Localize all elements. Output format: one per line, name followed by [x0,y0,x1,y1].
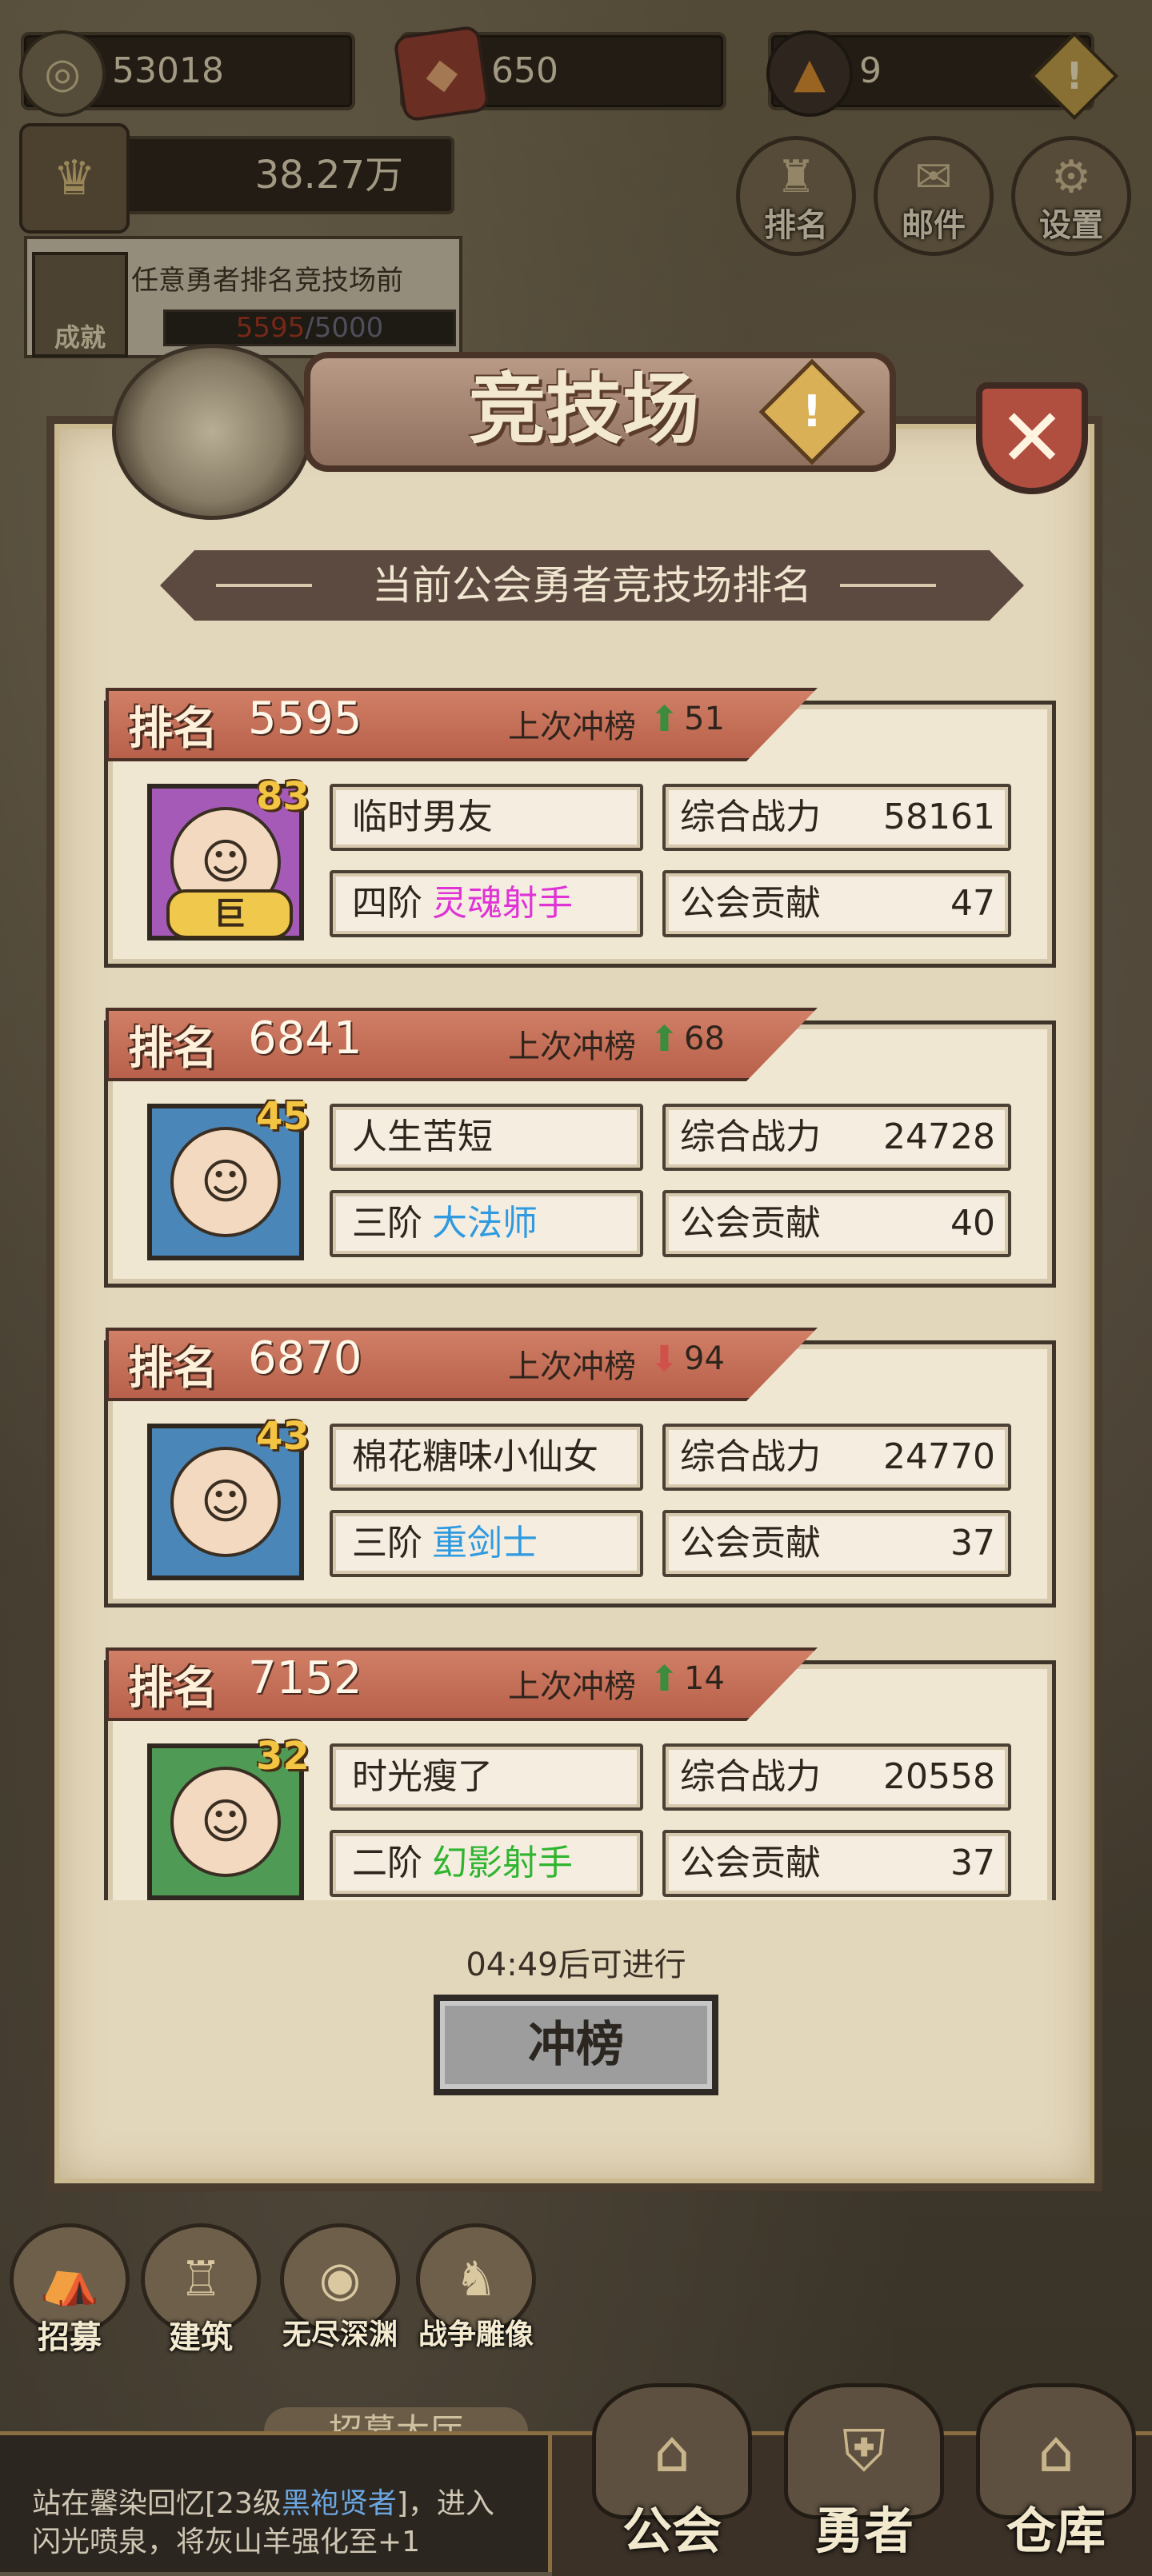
modal-title: 竞技场 [469,364,699,454]
event-log: 站在馨染回忆[23级黑袍贤者]，进入 闪光喷泉，将灰山羊强化至+1 [0,2431,552,2572]
cooldown-text: 04:49后可进行 [466,1947,686,1983]
war-statue-button[interactable]: ♞ 战争雕像 [408,2223,544,2359]
nav-guild-button[interactable]: ⌂ 公会 [576,2383,768,2572]
rank-change-value: 68 [684,1020,725,1057]
ranking-card[interactable]: 排名 7152 上次冲榜 ⬆ 14 ☺ 32 时光瘦了 二阶 幻影射手 综合战力 2… [96,1639,1056,1900]
rank-change-value: 51 [684,701,725,737]
combat-power-field: 综合战力 58161 [662,784,1011,851]
last-rush-label: 上次冲榜 [508,709,636,745]
ranking-card[interactable]: 排名 6870 上次冲榜 ⬇ 94 ☺ 43 棉花糖味小仙女 三阶 重剑士 综合战… [96,1320,1056,1608]
rank-change-value: 94 [684,1340,725,1377]
rank-up-arrow-icon: ⬆ [650,1019,679,1060]
rank-up-arrow-icon: ⬆ [650,699,679,740]
player-name: 时光瘦了 [330,1743,643,1811]
player-name: 临时男友 [330,784,643,851]
rank-up-arrow-icon: ⬆ [650,1659,679,1699]
rank-label: 排名 [128,1342,218,1395]
combat-power-field: 综合战力 20558 [662,1743,1011,1811]
modal-subtitle: 当前公会勇者竞技场排名 [372,562,812,609]
player-name: 人生苦短 [330,1104,643,1171]
combat-power-field: 综合战力 24770 [662,1424,1011,1491]
hero-tag-badge: 巨 [166,889,293,939]
guild-contribution-field: 公会贡献 37 [662,1830,1011,1897]
hero-class: 二阶 幻影射手 [330,1830,643,1897]
guild-contribution-field: 公会贡献 40 [662,1190,1011,1257]
guild-contribution-field: 公会贡献 37 [662,1510,1011,1577]
rank-down-arrow-icon: ⬇ [650,1339,679,1380]
hero-class: 三阶 大法师 [330,1190,643,1257]
rank-label: 排名 [128,702,218,755]
player-name: 棉花糖味小仙女 [330,1424,643,1491]
last-rush-label: 上次冲榜 [508,1348,636,1385]
rank-label: 排名 [128,1022,218,1075]
rank-change-value: 14 [684,1660,725,1697]
last-rush-label: 上次冲榜 [508,1668,636,1705]
nav-warehouse-button[interactable]: ⌂ 仓库 [960,2383,1152,2572]
hero-class: 四阶 灵魂射手 [330,870,643,937]
hero-level: 43 [256,1414,310,1459]
hero-class: 三阶 重剑士 [330,1510,643,1577]
rank-label: 排名 [128,1662,218,1715]
hero-level: 32 [256,1734,310,1779]
close-button[interactable]: ✕ [976,382,1088,494]
last-rush-label: 上次冲榜 [508,1028,636,1065]
arena-emblem-icon [112,344,312,520]
ranking-card[interactable]: 排名 5595 上次冲榜 ⬆ 51 ☺ 83 巨 临时男友 四阶 灵魂射手 综合战… [96,680,1056,968]
rank-value: 7152 [248,1652,362,1704]
rank-value: 6841 [248,1012,362,1064]
rank-value: 5595 [248,693,362,745]
nav-heroes-button[interactable]: ⛨ 勇者 [768,2383,960,2572]
hero-level: 83 [256,774,310,819]
ranking-card[interactable]: 排名 6841 上次冲榜 ⬆ 68 ☺ 45 人生苦短 三阶 大法师 综合战力 24… [96,1000,1056,1288]
rank-value: 6870 [248,1332,362,1384]
ranking-list[interactable]: 排名 5595 上次冲榜 ⬆ 51 ☺ 83 巨 临时男友 四阶 灵魂射手 综合战… [96,680,1056,1900]
close-icon: ✕ [998,391,1066,485]
recruit-button[interactable]: ⛺ 招募 [10,2223,130,2359]
guild-contribution-field: 公会贡献 47 [662,870,1011,937]
rush-ranking-button[interactable]: 冲榜 [434,1995,718,2095]
combat-power-field: 综合战力 24728 [662,1104,1011,1171]
build-button[interactable]: ♖ 建筑 [141,2223,261,2359]
endless-abyss-button[interactable]: ◉ 无尽深渊 [272,2223,408,2359]
hero-level: 45 [256,1094,310,1139]
